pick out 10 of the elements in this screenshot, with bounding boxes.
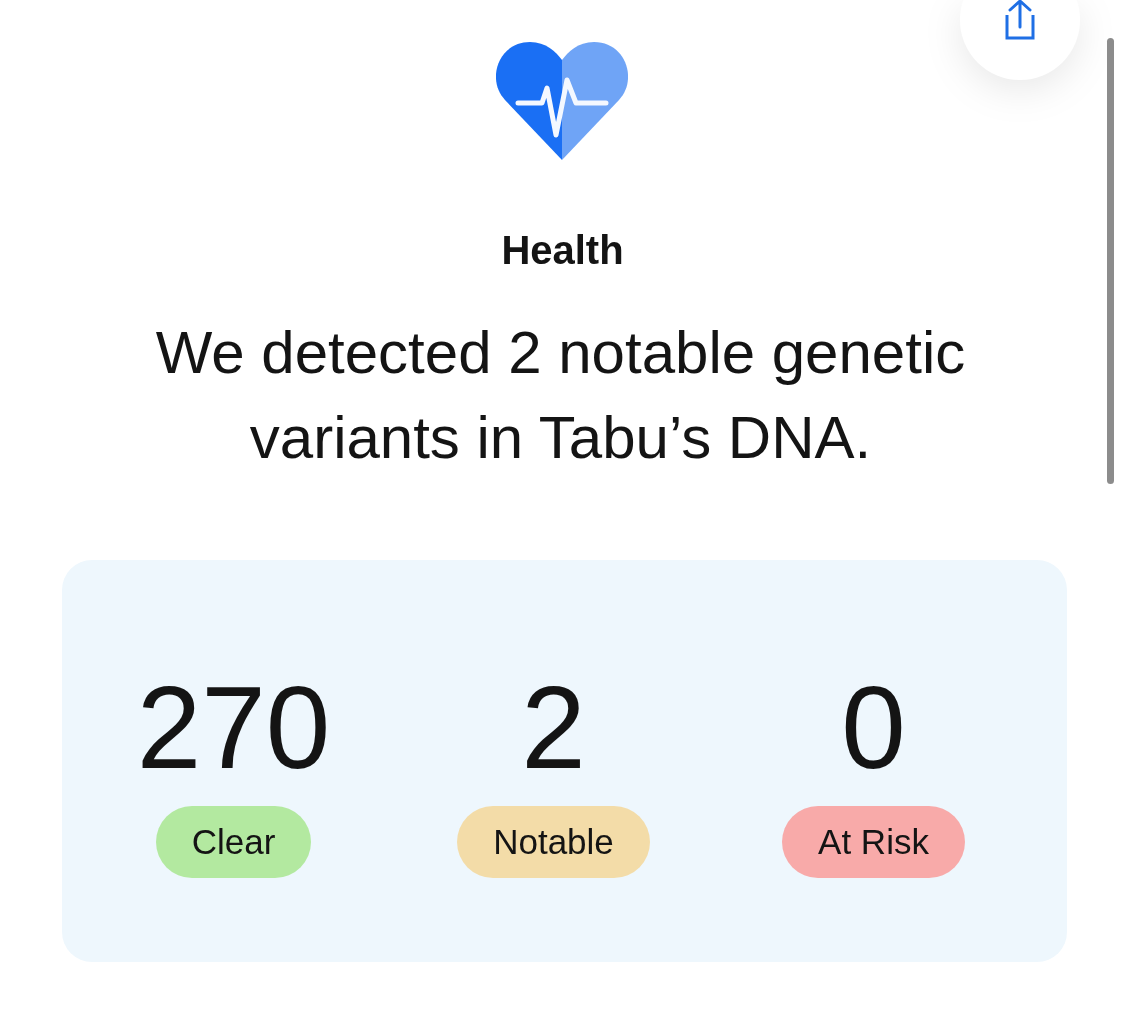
- heart-pulse-icon: [495, 40, 628, 160]
- status-label: Notable: [457, 806, 650, 878]
- scrollbar-thumb[interactable]: [1107, 38, 1114, 484]
- category-title: Health: [501, 227, 624, 274]
- status-label: Clear: [155, 806, 312, 878]
- variant-count: 2: [521, 664, 586, 792]
- variant-count: 270: [136, 664, 331, 792]
- headline-text: We detected 2 notable genetic variants in Tabu’s DNA.: [154, 318, 967, 473]
- status-label: At Risk: [782, 806, 965, 878]
- variant-count: 0: [841, 664, 906, 792]
